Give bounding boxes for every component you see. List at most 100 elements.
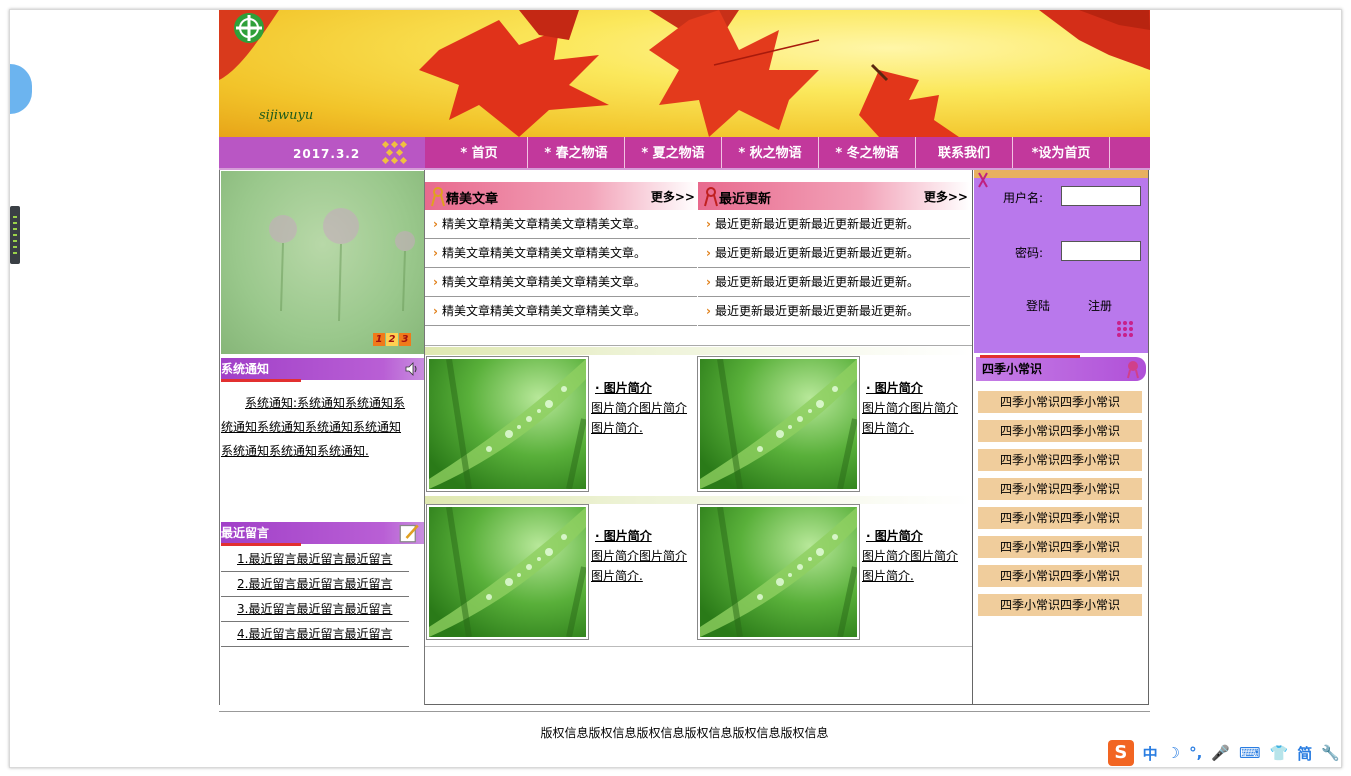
ime-keyboard-icon[interactable]: ⌨ bbox=[1239, 744, 1261, 762]
picture-desc[interactable]: 图片简介图片简介图片简介. bbox=[591, 398, 691, 438]
picture-title[interactable]: · 图片简介 bbox=[862, 378, 962, 398]
update-item[interactable]: › 最近更新最近更新最近更新最近更新。 bbox=[698, 297, 970, 326]
nav-set-homepage[interactable]: *设为首页 bbox=[1013, 137, 1110, 170]
tips-header: 四季小常识 bbox=[976, 355, 1146, 381]
slideshow[interactable]: 1 2 3 bbox=[221, 171, 424, 354]
clover-flowers-illustration bbox=[269, 208, 415, 322]
nav-spring[interactable]: * 春之物语 bbox=[528, 137, 625, 170]
article-item[interactable]: › 精美文章精美文章精美文章精美文章。 bbox=[425, 239, 697, 268]
nav-home[interactable]: * 首页 bbox=[431, 137, 528, 170]
diamond-pattern-icon bbox=[1117, 321, 1133, 337]
ime-chinese-mode[interactable]: 中 bbox=[1143, 743, 1158, 764]
username-input[interactable] bbox=[1061, 186, 1141, 206]
ribbon-icon bbox=[431, 187, 445, 207]
site-logo-text: sijiwuyu bbox=[259, 108, 314, 123]
nav-contact[interactable]: 联系我们 bbox=[916, 137, 1013, 170]
nav-autumn[interactable]: * 秋之物语 bbox=[722, 137, 819, 170]
site-logo-icon bbox=[234, 13, 264, 43]
articles-header: 精美文章 更多>> bbox=[425, 182, 697, 210]
password-input[interactable] bbox=[1061, 241, 1141, 261]
notepad-icon bbox=[399, 524, 419, 543]
picture-thumbnail[interactable] bbox=[426, 504, 589, 640]
left-column: 1 2 3 系统通知 系统通知:系统通知系统通知系统通知系统通知系统通知系统通知… bbox=[219, 170, 425, 705]
picture-card: · 图片简介 图片简介图片简介图片简介. bbox=[697, 356, 969, 496]
tip-item[interactable]: 四季小常识四季小常识 bbox=[978, 594, 1142, 616]
message-item[interactable]: 1.最近留言最近留言最近留言 bbox=[221, 547, 409, 572]
slide-3-button[interactable]: 3 bbox=[399, 333, 411, 346]
article-item[interactable]: › 精美文章精美文章精美文章精美文章。 bbox=[425, 268, 697, 297]
leaf-dew-image bbox=[429, 359, 586, 489]
header-banner: sijiwuyu bbox=[219, 10, 1150, 137]
tip-item[interactable]: 四季小常识四季小常识 bbox=[978, 420, 1142, 442]
leaf-dew-image bbox=[700, 507, 857, 637]
picture-title[interactable]: · 图片简介 bbox=[591, 378, 691, 398]
ime-settings-icon[interactable]: 🔧 bbox=[1321, 744, 1340, 762]
slideshow-pager: 1 2 3 bbox=[373, 333, 412, 346]
article-item[interactable]: › 精美文章精美文章精美文章精美文章。 bbox=[425, 210, 697, 239]
notice-body: 系统通知:系统通知系统通知系统通知系统通知系统通知系统通知系统通知系统通知系统通… bbox=[221, 396, 406, 458]
picture-card: · 图片简介 图片简介图片简介图片简介. bbox=[697, 504, 969, 644]
login-button[interactable]: 登陆 bbox=[1026, 297, 1050, 314]
tip-item[interactable]: 四季小常识四季小常识 bbox=[978, 507, 1142, 529]
middle-column: 精美文章 更多>> › 精美文章精美文章精美文章精美文章。 › 精美文章精美文章精美… bbox=[425, 170, 972, 705]
picture-thumbnail[interactable] bbox=[697, 356, 860, 492]
nav-summer[interactable]: * 夏之物语 bbox=[625, 137, 722, 170]
message-item[interactable]: 2.最近留言最近留言最近留言 bbox=[221, 572, 409, 597]
picture-thumbnail[interactable] bbox=[426, 356, 589, 492]
picture-desc[interactable]: 图片简介图片简介图片简介. bbox=[862, 546, 962, 586]
picture-title[interactable]: · 图片简介 bbox=[862, 526, 962, 546]
footer-copyright: 版权信息版权信息版权信息版权信息版权信息版权信息 bbox=[540, 726, 829, 740]
ime-moon-icon[interactable]: ☽ bbox=[1167, 744, 1180, 762]
main-nav-bar: 2017.3.2 * 首页 * 春之物语 * 夏之物语 * 秋之物语 * 冬之物 bbox=[219, 137, 1150, 170]
ime-punctuation-icon[interactable]: °, bbox=[1189, 744, 1202, 762]
picture-card: · 图片简介 图片简介图片简介图片简介. bbox=[426, 504, 698, 644]
slide-2-button[interactable]: 2 bbox=[386, 333, 398, 346]
tip-item[interactable]: 四季小常识四季小常识 bbox=[978, 391, 1142, 413]
nav-winter[interactable]: * 冬之物语 bbox=[819, 137, 916, 170]
ime-skin-icon[interactable]: 👕 bbox=[1270, 744, 1289, 762]
message-item[interactable]: 3.最近留言最近留言最近留言 bbox=[221, 597, 409, 622]
ribbon-icon bbox=[978, 172, 988, 188]
updates-more-link[interactable]: 更多>> bbox=[924, 188, 968, 205]
update-item[interactable]: › 最近更新最近更新最近更新最近更新。 bbox=[698, 210, 970, 239]
article-item[interactable]: › 精美文章精美文章精美文章精美文章。 bbox=[425, 297, 697, 326]
update-item[interactable]: › 最近更新最近更新最近更新最近更新。 bbox=[698, 268, 970, 297]
messages-header: 最近留言 bbox=[221, 522, 424, 546]
picture-card: · 图片简介 图片简介图片简介图片简介. bbox=[426, 356, 698, 496]
updates-title: 最近更新 bbox=[719, 192, 772, 207]
tip-item[interactable]: 四季小常识四季小常识 bbox=[978, 478, 1142, 500]
picture-desc[interactable]: 图片简介图片简介图片简介. bbox=[591, 546, 691, 586]
picture-thumbnail[interactable] bbox=[697, 504, 860, 640]
slide-1-button[interactable]: 1 bbox=[373, 333, 385, 346]
updates-panel: 最近更新 更多>> › 最近更新最近更新最近更新最近更新。 › 最近更新最近更新最近… bbox=[698, 182, 970, 326]
picture-desc[interactable]: 图片简介图片简介图片简介. bbox=[862, 398, 962, 438]
maple-leaves-illustration bbox=[219, 10, 1150, 137]
flower-icon bbox=[1127, 361, 1139, 379]
username-label: 用户名: bbox=[1003, 191, 1044, 205]
ribbon-icon bbox=[704, 187, 718, 207]
message-item[interactable]: 4.最近留言最近留言最近留言 bbox=[221, 622, 409, 647]
message-list: 1.最近留言最近留言最近留言 2.最近留言最近留言最近留言 3.最近留言最近留言… bbox=[221, 547, 409, 647]
login-box: 用户名: 密码: 登陆 注册 bbox=[974, 170, 1148, 353]
leaf-dew-image bbox=[429, 507, 586, 637]
sogou-logo-icon[interactable]: S bbox=[1108, 740, 1134, 766]
articles-more-link[interactable]: 更多>> bbox=[651, 188, 695, 205]
tip-item[interactable]: 四季小常识四季小常识 bbox=[978, 536, 1142, 558]
ime-simplified-mode[interactable]: 简 bbox=[1297, 743, 1312, 764]
leaf-dew-image bbox=[700, 359, 857, 489]
tips-title: 四季小常识 bbox=[982, 362, 1043, 376]
notice-header: 系统通知 bbox=[221, 358, 424, 382]
password-label: 密码: bbox=[1015, 246, 1044, 260]
register-button[interactable]: 注册 bbox=[1088, 297, 1112, 314]
right-column: 用户名: 密码: 登陆 注册 四季小常识 四季小常识四季小常识 四季小常识四季小… bbox=[972, 170, 1149, 705]
picture-title[interactable]: · 图片简介 bbox=[591, 526, 691, 546]
update-item[interactable]: › 最近更新最近更新最近更新最近更新。 bbox=[698, 239, 970, 268]
articles-panel: 精美文章 更多>> › 精美文章精美文章精美文章精美文章。 › 精美文章精美文章精美… bbox=[425, 182, 697, 326]
side-volume-widget[interactable] bbox=[10, 206, 20, 264]
ime-microphone-icon[interactable]: 🎤 bbox=[1211, 744, 1230, 762]
nav-menu: * 首页 * 春之物语 * 夏之物语 * 秋之物语 * 冬之物语 联系我们 *设… bbox=[431, 137, 1110, 170]
diamond-pattern-icon bbox=[381, 140, 408, 165]
tip-item[interactable]: 四季小常识四季小常识 bbox=[978, 449, 1142, 471]
ime-toolbar: S 中 ☽ °, 🎤 ⌨ 👕 简 🔧 bbox=[1108, 739, 1340, 767]
tip-item[interactable]: 四季小常识四季小常识 bbox=[978, 565, 1142, 587]
